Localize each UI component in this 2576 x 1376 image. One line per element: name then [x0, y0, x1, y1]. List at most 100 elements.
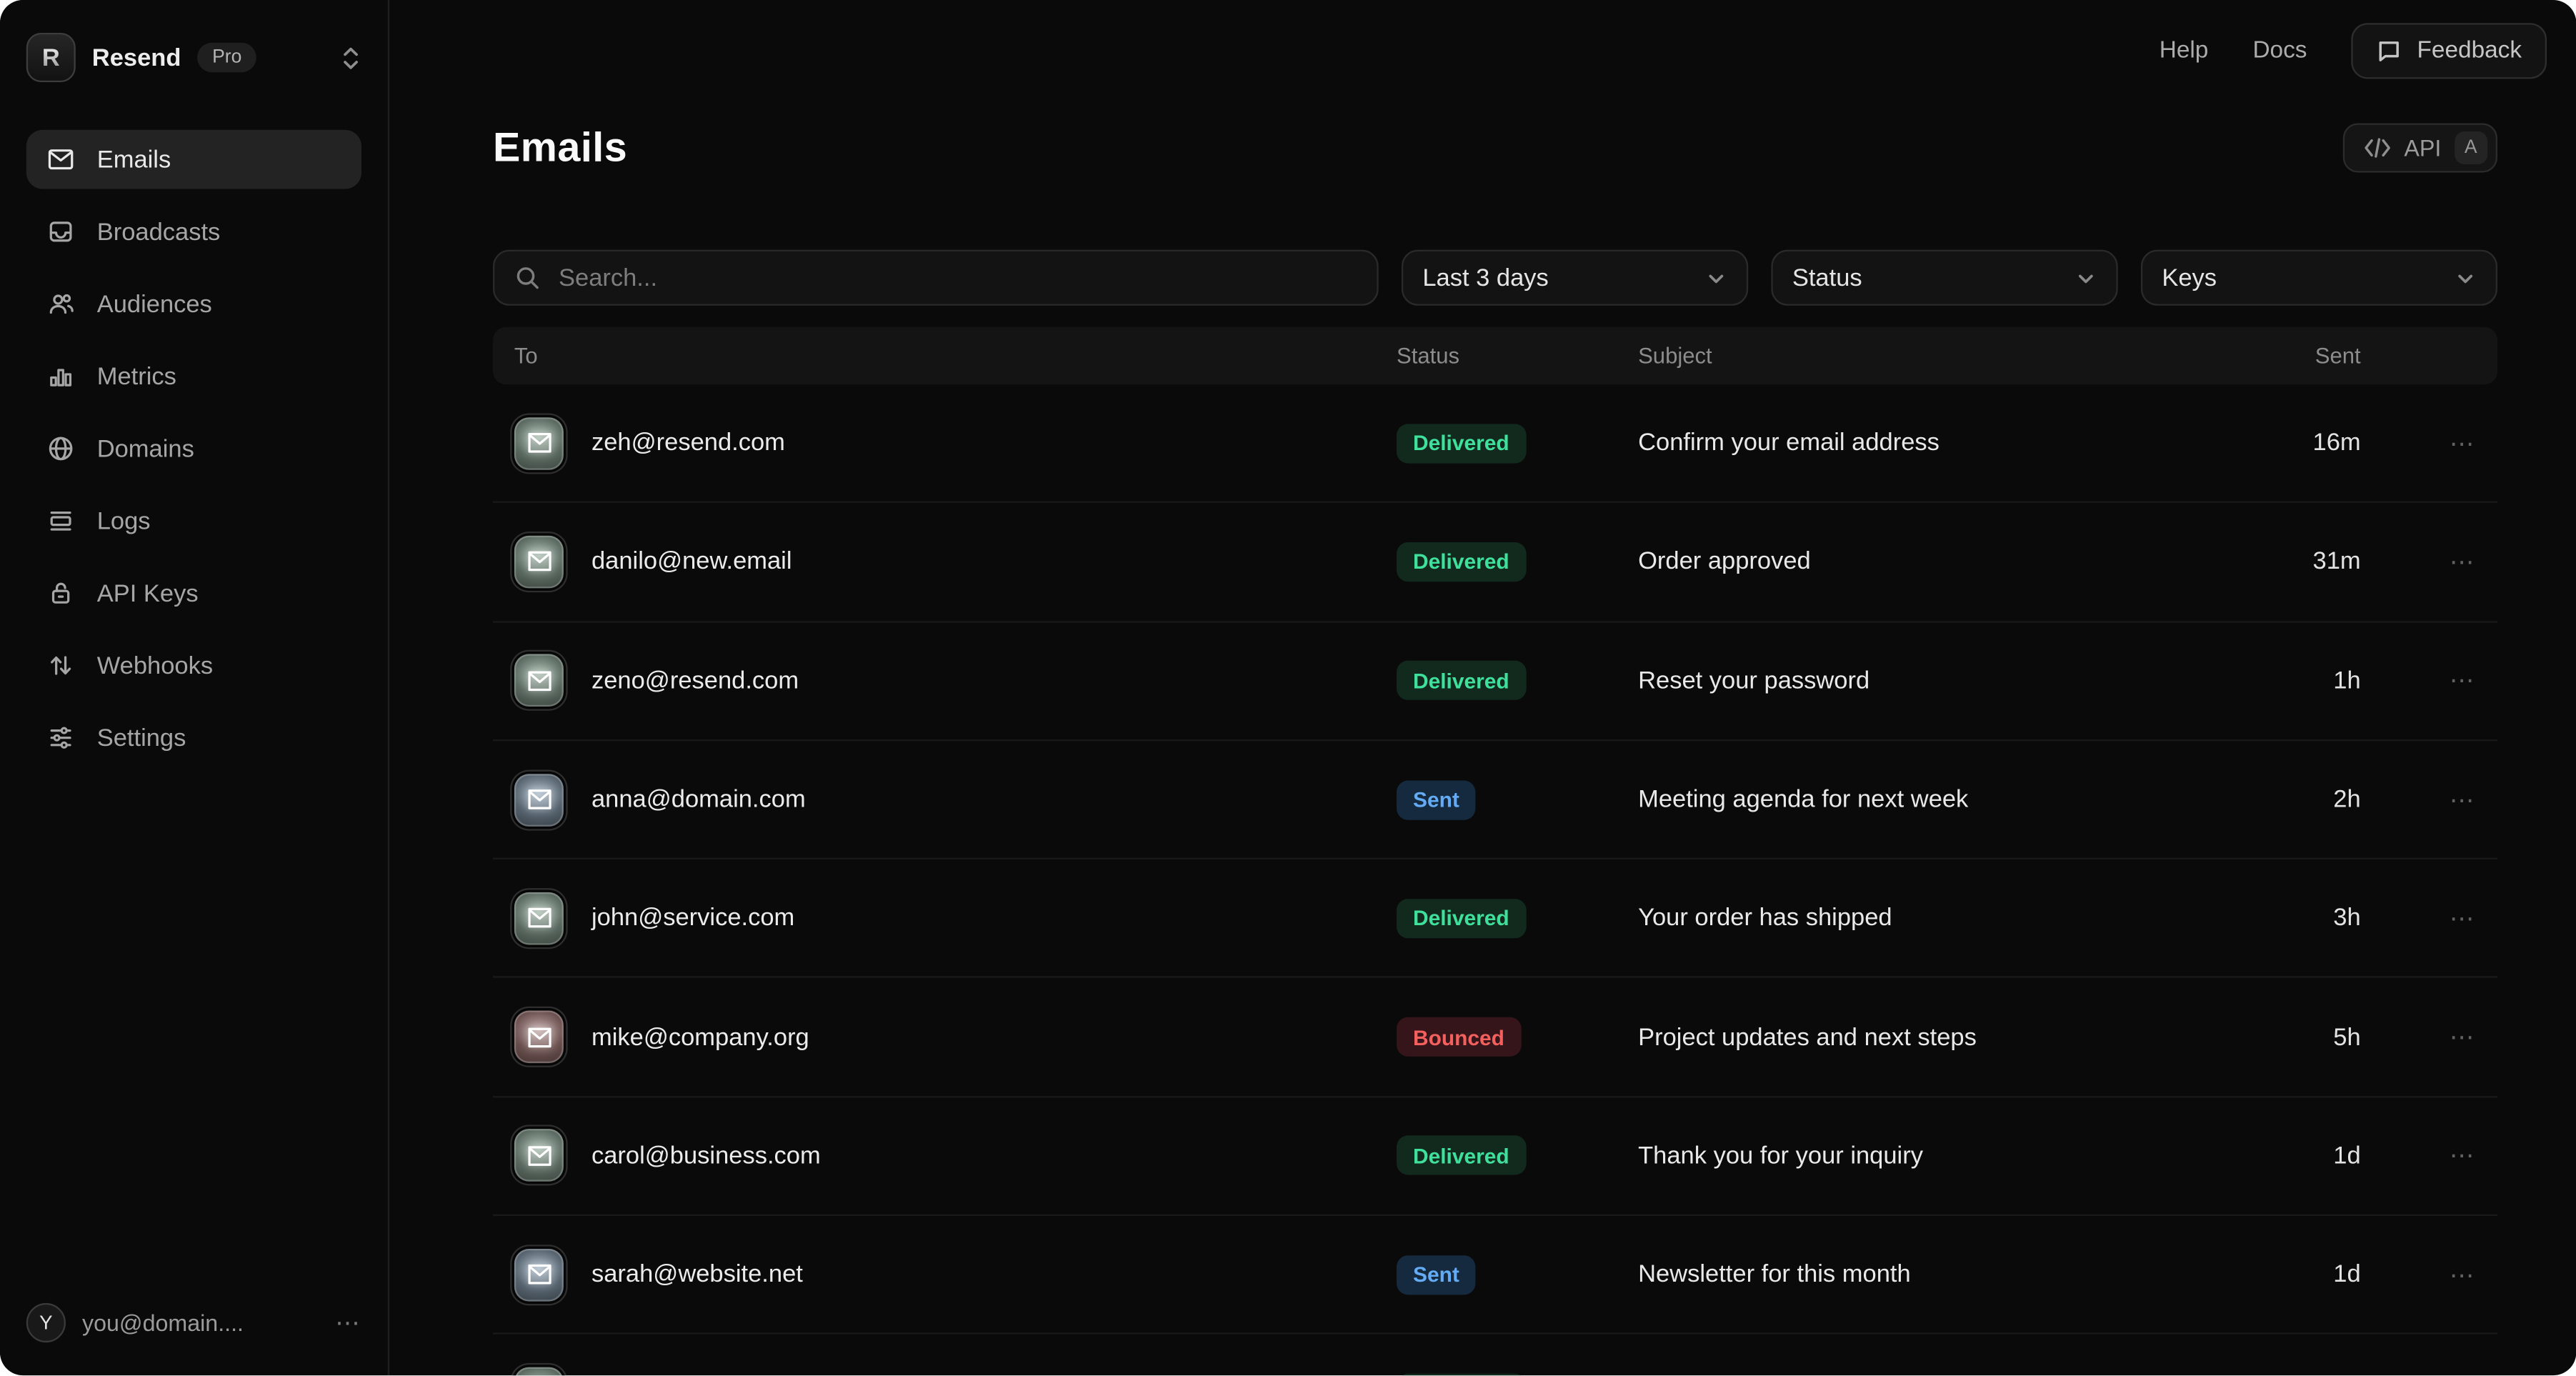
sidebar-item-metrics[interactable]: Metrics [26, 347, 361, 406]
resend-logo: R [26, 33, 76, 82]
status-dropdown[interactable]: Status [1771, 250, 2117, 306]
search-box[interactable] [493, 250, 1378, 306]
email-subject: Your order has shipped [1638, 904, 2180, 932]
sidebar-item-settings[interactable]: Settings [26, 708, 361, 767]
account-switcher[interactable]: Y you@domain.... ⋯ [26, 1304, 361, 1343]
email-subject: Project updates and next steps [1638, 1023, 2180, 1051]
topbar: Help Docs Feedback [389, 23, 2546, 79]
envelope-tile-icon [514, 536, 564, 589]
resend-logo-letter: R [42, 44, 60, 71]
code-icon [2365, 138, 2391, 158]
brand-name: Resend [92, 44, 181, 71]
sent-time: 31m [2180, 548, 2361, 576]
status-badge: Delivered [1397, 1136, 1526, 1175]
sent-time: 3h [2180, 904, 2361, 932]
api-button-label: API [2404, 135, 2441, 161]
status-badge: Delivered [1397, 542, 1526, 582]
row-menu-ellipsis-icon[interactable]: ⋯ [2361, 784, 2476, 814]
api-shortcut-key: A [2455, 131, 2487, 164]
recipient-email: john@service.com [591, 904, 794, 932]
envelope-tile-icon [514, 417, 564, 469]
envelope-tile-icon [514, 1248, 564, 1301]
sent-time: 1d [2180, 1142, 2361, 1170]
help-link[interactable]: Help [2160, 38, 2209, 64]
sidebar-item-webhooks[interactable]: Webhooks [26, 636, 361, 695]
keys-value: Keys [2162, 264, 2217, 291]
sent-time: 16m [2180, 429, 2361, 457]
row-menu-ellipsis-icon[interactable]: ⋯ [2361, 547, 2476, 577]
sidebar-item-api-keys[interactable]: API Keys [26, 564, 361, 623]
table-row[interactable]: anna@domain.com Sent Meeting agenda for … [493, 741, 2497, 859]
envelope-tile-icon [514, 654, 564, 707]
content: Emails API A [389, 79, 2576, 1376]
row-menu-ellipsis-icon[interactable]: ⋯ [2361, 1141, 2476, 1170]
recipient-email: danilo@new.email [591, 548, 792, 576]
search-input[interactable] [555, 262, 1357, 294]
sidebar-item-emails[interactable]: Emails [26, 130, 361, 189]
status-badge: Bounced [1397, 1017, 1521, 1057]
sent-time: 1h [2180, 667, 2361, 694]
table-row[interactable]: carol@business.com Delivered Thank you f… [493, 1097, 2497, 1216]
keys-dropdown[interactable]: Keys [2140, 250, 2497, 306]
feedback-label: Feedback [2417, 38, 2522, 64]
envelope-tile-icon [514, 1367, 564, 1376]
envelope-tile-icon [514, 1011, 564, 1064]
email-subject: Reset your password [1638, 667, 2180, 694]
row-menu-ellipsis-icon[interactable]: ⋯ [2361, 1022, 2476, 1052]
table-row[interactable]: zeno@resend.com Delivered Reset your pas… [493, 622, 2497, 741]
email-subject: Meeting agenda for next week [1638, 785, 2180, 813]
row-menu-ellipsis-icon[interactable]: ⋯ [2361, 904, 2476, 933]
sidebar-item-audiences[interactable]: Audiences [26, 274, 361, 334]
feedback-button[interactable]: Feedback [2352, 23, 2547, 79]
arrows-up-down-icon [46, 651, 75, 680]
user-email: you@domain.... [82, 1310, 244, 1337]
chevron-down-icon [2075, 267, 2096, 289]
sent-time: 5h [2180, 1023, 2361, 1051]
recipient-email: mike@company.org [591, 1023, 809, 1051]
sidebar-nav: Emails Broadcasts Audiences Metrics Doma… [26, 130, 361, 781]
api-button[interactable]: API A [2343, 124, 2497, 173]
chevron-up-down-icon[interactable] [340, 45, 361, 70]
status-badge: Sent [1397, 779, 1476, 819]
docs-link[interactable]: Docs [2252, 38, 2307, 64]
column-sent: Sent [2180, 344, 2361, 369]
sidebar-item-broadcasts[interactable]: Broadcasts [26, 202, 361, 261]
table-row[interactable]: danilo@new.email Delivered Order approve… [493, 503, 2497, 622]
lock-icon [46, 579, 75, 608]
email-subject: Thank you for your inquiry [1638, 1142, 2180, 1170]
recipient-email: anna@domain.com [591, 785, 806, 813]
sidebar-item-logs[interactable]: Logs [26, 492, 361, 551]
users-icon [46, 289, 75, 319]
user-menu-ellipsis-icon[interactable]: ⋯ [335, 1309, 361, 1338]
status-badge: Delivered [1397, 899, 1526, 938]
search-icon [514, 264, 541, 291]
row-menu-ellipsis-icon[interactable]: ⋯ [2361, 666, 2476, 695]
app-window: R Resend Pro Emails Broadcasts Audiences… [0, 0, 2576, 1376]
sidebar: R Resend Pro Emails Broadcasts Audiences… [0, 0, 389, 1376]
email-subject: Order approved [1638, 548, 2180, 576]
table-row[interactable]: mike@company.org Bounced Project updates… [493, 979, 2497, 1097]
rows-icon [46, 506, 75, 535]
column-subject: Subject [1638, 344, 2180, 369]
sidebar-item-domains[interactable]: Domains [26, 419, 361, 479]
mail-icon [46, 144, 75, 174]
plan-badge: Pro [197, 43, 256, 72]
date-range-dropdown[interactable]: Last 3 days [1401, 250, 1747, 306]
column-to: To [514, 344, 1397, 369]
main-area: Help Docs Feedback Emails [389, 0, 2576, 1376]
column-status: Status [1397, 344, 1638, 369]
table-header: To Status Subject Sent [493, 327, 2497, 385]
row-menu-ellipsis-icon[interactable]: ⋯ [2361, 1260, 2476, 1289]
table-row[interactable]: sarah@website.net Sent Newsletter for th… [493, 1216, 2497, 1335]
table-body: zeh@resend.com Delivered Confirm your em… [493, 384, 2497, 1376]
table-row[interactable]: zeh@resend.com Delivered Confirm your em… [493, 384, 2497, 503]
envelope-tile-icon [514, 892, 564, 945]
table-row[interactable]: john@service.com Delivered Your order ha… [493, 859, 2497, 978]
table-row[interactable]: Delivered ⋯ [493, 1335, 2497, 1376]
recipient-email: sarah@website.net [591, 1261, 803, 1289]
row-menu-ellipsis-icon[interactable]: ⋯ [2361, 428, 2476, 457]
workspace-switcher[interactable]: R Resend Pro [26, 29, 361, 85]
sent-time: 1d [2180, 1261, 2361, 1289]
recipient-email: zeno@resend.com [591, 667, 799, 694]
sent-time: 2h [2180, 785, 2361, 813]
